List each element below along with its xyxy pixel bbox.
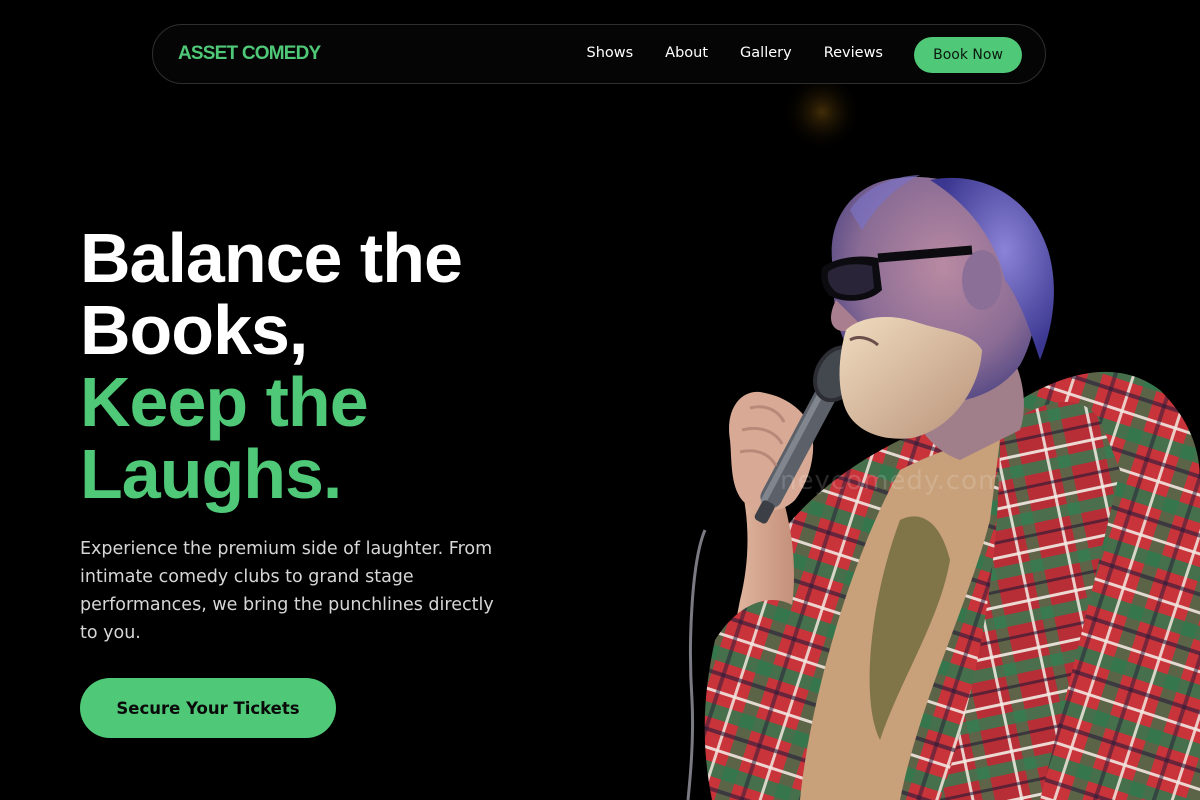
photo-watermark: neycomedy.com xyxy=(780,466,1005,496)
nav-link-gallery[interactable]: Gallery xyxy=(740,45,792,61)
landing-page: ASSET COMEDY Shows About Gallery Reviews… xyxy=(0,0,1200,800)
hero-description: Experience the premium side of laughter.… xyxy=(80,539,494,643)
brand-logo[interactable]: ASSET COMEDY xyxy=(178,43,321,65)
book-now-button[interactable]: Book Now xyxy=(914,37,1022,73)
hero-headline: Balance the Books, Keep the Laughs. xyxy=(80,219,463,513)
nav-links: Shows About Gallery Reviews xyxy=(586,45,883,61)
comedian-photo: neycomedy.com xyxy=(600,0,1200,800)
headline-line-1: Balance the xyxy=(80,219,463,297)
headline-line-2: Books, xyxy=(80,291,308,369)
secure-tickets-button[interactable]: Secure Your Tickets xyxy=(80,678,336,738)
top-navbar: ASSET COMEDY Shows About Gallery Reviews… xyxy=(152,24,1046,84)
nav-link-about[interactable]: About xyxy=(665,45,708,61)
headline-line-4: Laughs. xyxy=(80,435,342,513)
nav-link-reviews[interactable]: Reviews xyxy=(824,45,883,61)
headline-line-3: Keep the xyxy=(80,363,369,441)
nav-link-shows[interactable]: Shows xyxy=(586,45,633,61)
